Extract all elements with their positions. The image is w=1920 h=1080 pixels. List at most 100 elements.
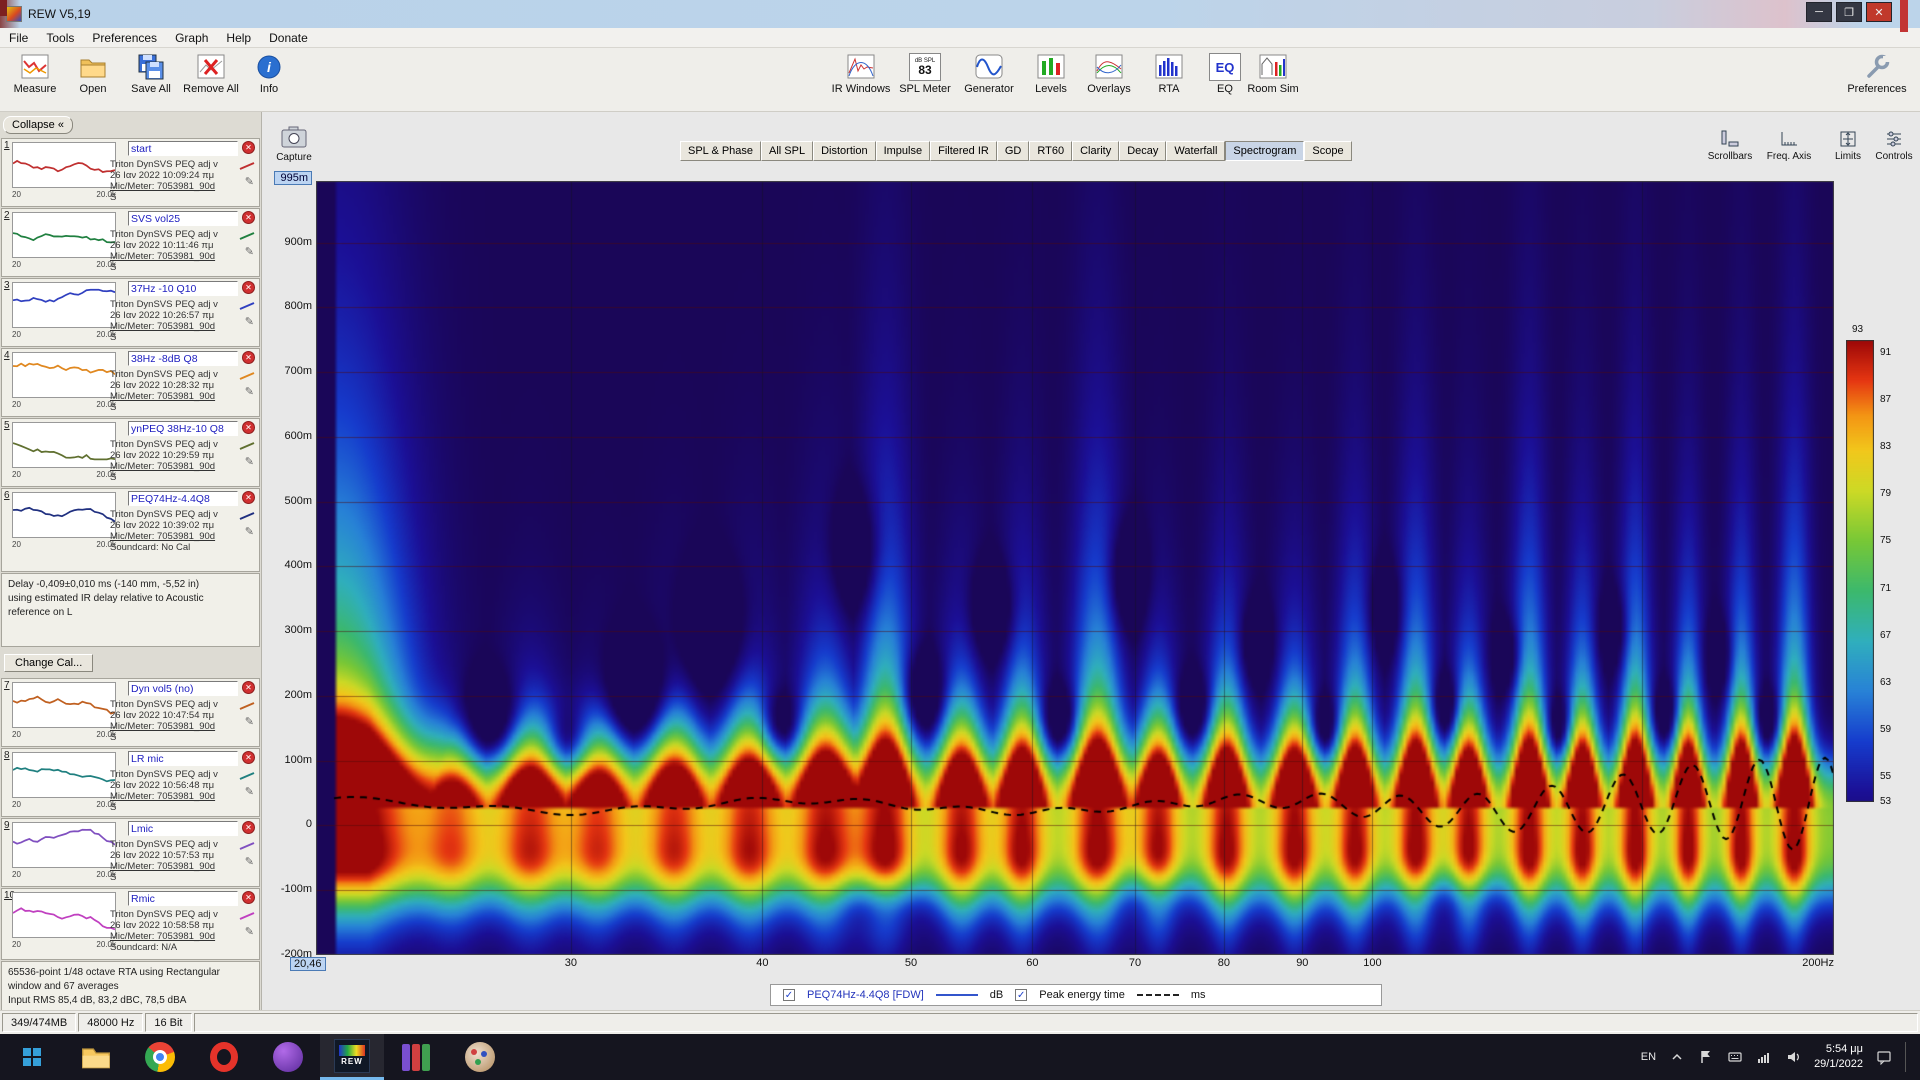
measurement-item-4[interactable]: 4 2020.0k Triton DynSVS PEQ adj v26 Ιαν 20…	[1, 348, 260, 417]
open-button[interactable]: Open	[64, 53, 122, 95]
measurement-name-input[interactable]	[128, 751, 238, 766]
rta-button[interactable]: RTA	[1140, 53, 1198, 95]
delete-measurement-button[interactable]: ✕	[242, 681, 255, 694]
measurement-name-input[interactable]	[128, 141, 238, 156]
measurement-name-input[interactable]	[128, 421, 238, 436]
measurement-item-6[interactable]: 6 2020.0k Triton DynSVS PEQ adj v26 Ιαν 20…	[1, 488, 260, 572]
tab-spectrogram[interactable]: Spectrogram	[1225, 141, 1305, 161]
trace-style-icon[interactable]	[239, 701, 255, 711]
delete-measurement-button[interactable]: ✕	[242, 751, 255, 764]
collapse-button[interactable]: Collapse «	[3, 116, 73, 134]
tab-filtered-ir[interactable]: Filtered IR	[930, 141, 997, 161]
edit-notes-icon[interactable]: ✎	[245, 455, 254, 468]
network-icon[interactable]	[1756, 1049, 1772, 1065]
tab-scope[interactable]: Scope	[1304, 141, 1352, 161]
tray-expand-icon[interactable]	[1669, 1049, 1685, 1065]
tab-decay[interactable]: Decay	[1119, 141, 1167, 161]
menu-file[interactable]: File	[0, 31, 37, 45]
save-all-button[interactable]: Save All	[122, 53, 180, 95]
delete-measurement-button[interactable]: ✕	[242, 891, 255, 904]
measurement-name-input[interactable]	[128, 351, 238, 366]
tab-gd[interactable]: GD	[996, 141, 1030, 161]
touch-keyboard-icon[interactable]	[1727, 1049, 1743, 1065]
delete-measurement-button[interactable]: ✕	[242, 141, 255, 154]
edit-notes-icon[interactable]: ✎	[245, 315, 254, 328]
edit-notes-icon[interactable]: ✎	[245, 855, 254, 868]
language-indicator[interactable]: EN	[1641, 1051, 1656, 1063]
tab-spl-phase[interactable]: SPL & Phase	[680, 141, 762, 161]
measurement-name-input[interactable]	[128, 281, 238, 296]
room-sim-button[interactable]: Room Sim	[1244, 53, 1302, 95]
minimize-button[interactable]: ─	[1806, 2, 1832, 22]
chrome-button[interactable]	[128, 1034, 192, 1080]
measurement-item-3[interactable]: 3 2020.0k Triton DynSVS PEQ adj v26 Ιαν 20…	[1, 278, 260, 347]
spectrogram-canvas[interactable]	[316, 181, 1834, 955]
trace-style-icon[interactable]	[239, 911, 255, 921]
edit-notes-icon[interactable]: ✎	[245, 925, 254, 938]
trace-style-icon[interactable]	[239, 771, 255, 781]
tab-clarity[interactable]: Clarity	[1072, 141, 1120, 161]
measure-button[interactable]: Measure	[6, 53, 64, 95]
tab-all-spl[interactable]: All SPL	[761, 141, 814, 161]
ir-windows-button[interactable]: IR Windows	[832, 53, 890, 95]
remove-all-button[interactable]: Remove All	[182, 53, 240, 95]
start-button[interactable]	[0, 1034, 64, 1080]
measurement-item-8[interactable]: 8 2020.0k Triton DynSVS PEQ adj v26 Ιαν 20…	[1, 748, 260, 817]
trace-style-icon[interactable]	[239, 371, 255, 381]
menu-help[interactable]: Help	[217, 31, 260, 45]
measurement-item-10[interactable]: 102020.0kTriton DynSVS PEQ adj v26 Ιαν 2…	[1, 888, 260, 960]
change-cal-button[interactable]: Change Cal...	[4, 654, 94, 672]
delete-measurement-button[interactable]: ✕	[242, 281, 255, 294]
maximize-button[interactable]: ❐	[1836, 2, 1862, 22]
menu-tools[interactable]: Tools	[37, 31, 83, 45]
preferences-button[interactable]: Preferences	[1847, 53, 1907, 95]
delete-measurement-button[interactable]: ✕	[242, 351, 255, 364]
edit-notes-icon[interactable]: ✎	[245, 525, 254, 538]
tab-waterfall[interactable]: Waterfall	[1166, 141, 1226, 161]
opera-button[interactable]	[192, 1034, 256, 1080]
measurement-item-7[interactable]: 7 2020.0k Triton DynSVS PEQ adj v26 Ιαν 20…	[1, 678, 260, 747]
rew-taskbar-button[interactable]: REW	[320, 1034, 384, 1080]
measurement-name-input[interactable]	[128, 821, 238, 836]
freq-axis-button[interactable]: Freq. Axis	[1761, 129, 1817, 162]
measurement-name-input[interactable]	[128, 491, 238, 506]
peak-energy-checkbox[interactable]: ✓	[1015, 989, 1028, 1001]
browser-button[interactable]	[256, 1034, 320, 1080]
measurement-name-input[interactable]	[128, 211, 238, 226]
volume-icon[interactable]	[1785, 1049, 1801, 1065]
action-center-icon[interactable]	[1876, 1049, 1892, 1065]
measurement-item-5[interactable]: 5 2020.0k Triton DynSVS PEQ adj v26 Ιαν 20…	[1, 418, 260, 487]
measurement-name-input[interactable]	[128, 891, 238, 906]
x-axis-min-value[interactable]: 20,46	[290, 957, 326, 971]
measurement-item-1[interactable]: 1 2020.0k Triton DynSVS PEQ adj v26 Ιαν 20…	[1, 138, 260, 207]
edit-notes-icon[interactable]: ✎	[245, 785, 254, 798]
clock[interactable]: 5:54 μμ 29/1/2022	[1814, 1042, 1863, 1072]
info-button[interactable]: i Info	[240, 53, 298, 95]
menu-graph[interactable]: Graph	[166, 31, 217, 45]
levels-button[interactable]: Levels	[1022, 53, 1080, 95]
menu-donate[interactable]: Donate	[260, 31, 317, 45]
paint-button[interactable]	[448, 1034, 512, 1080]
trace-style-icon[interactable]	[239, 231, 255, 241]
trace-style-icon[interactable]	[239, 161, 255, 171]
measurement-item-9[interactable]: 9 2020.0k Triton DynSVS PEQ adj v26 Ιαν 20…	[1, 818, 260, 887]
trace-style-icon[interactable]	[239, 441, 255, 451]
spl-meter-button[interactable]: dB SPL 83 SPL Meter	[896, 53, 954, 95]
tab-rt60[interactable]: RT60	[1029, 141, 1073, 161]
close-button[interactable]: ✕	[1866, 2, 1892, 22]
file-explorer-button[interactable]	[64, 1034, 128, 1080]
overlays-button[interactable]: Overlays	[1080, 53, 1138, 95]
trace-style-icon[interactable]	[239, 841, 255, 851]
controls-button[interactable]: Controls	[1866, 129, 1920, 162]
trace-checkbox[interactable]: ✓	[783, 989, 795, 1001]
delete-measurement-button[interactable]: ✕	[242, 421, 255, 434]
tab-distortion[interactable]: Distortion	[813, 141, 876, 161]
menu-preferences[interactable]: Preferences	[83, 31, 166, 45]
generator-button[interactable]: Generator	[960, 53, 1018, 95]
edit-notes-icon[interactable]: ✎	[245, 175, 254, 188]
edit-notes-icon[interactable]: ✎	[245, 245, 254, 258]
edit-notes-icon[interactable]: ✎	[245, 385, 254, 398]
show-desktop-divider[interactable]	[1905, 1042, 1906, 1072]
trace-style-icon[interactable]	[239, 511, 255, 521]
scrollbars-button[interactable]: Scrollbars	[1702, 129, 1758, 162]
